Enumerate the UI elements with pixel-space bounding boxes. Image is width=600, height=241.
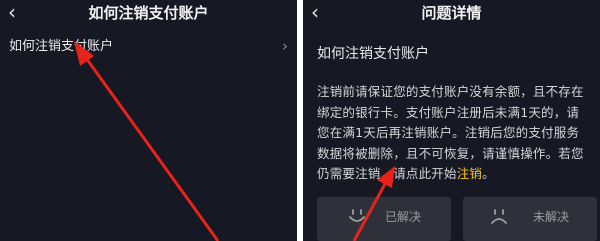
annotation-overlay (74, 41, 395, 241)
red-arrow-annotation (74, 41, 220, 241)
red-arrow-annotation (352, 166, 395, 241)
